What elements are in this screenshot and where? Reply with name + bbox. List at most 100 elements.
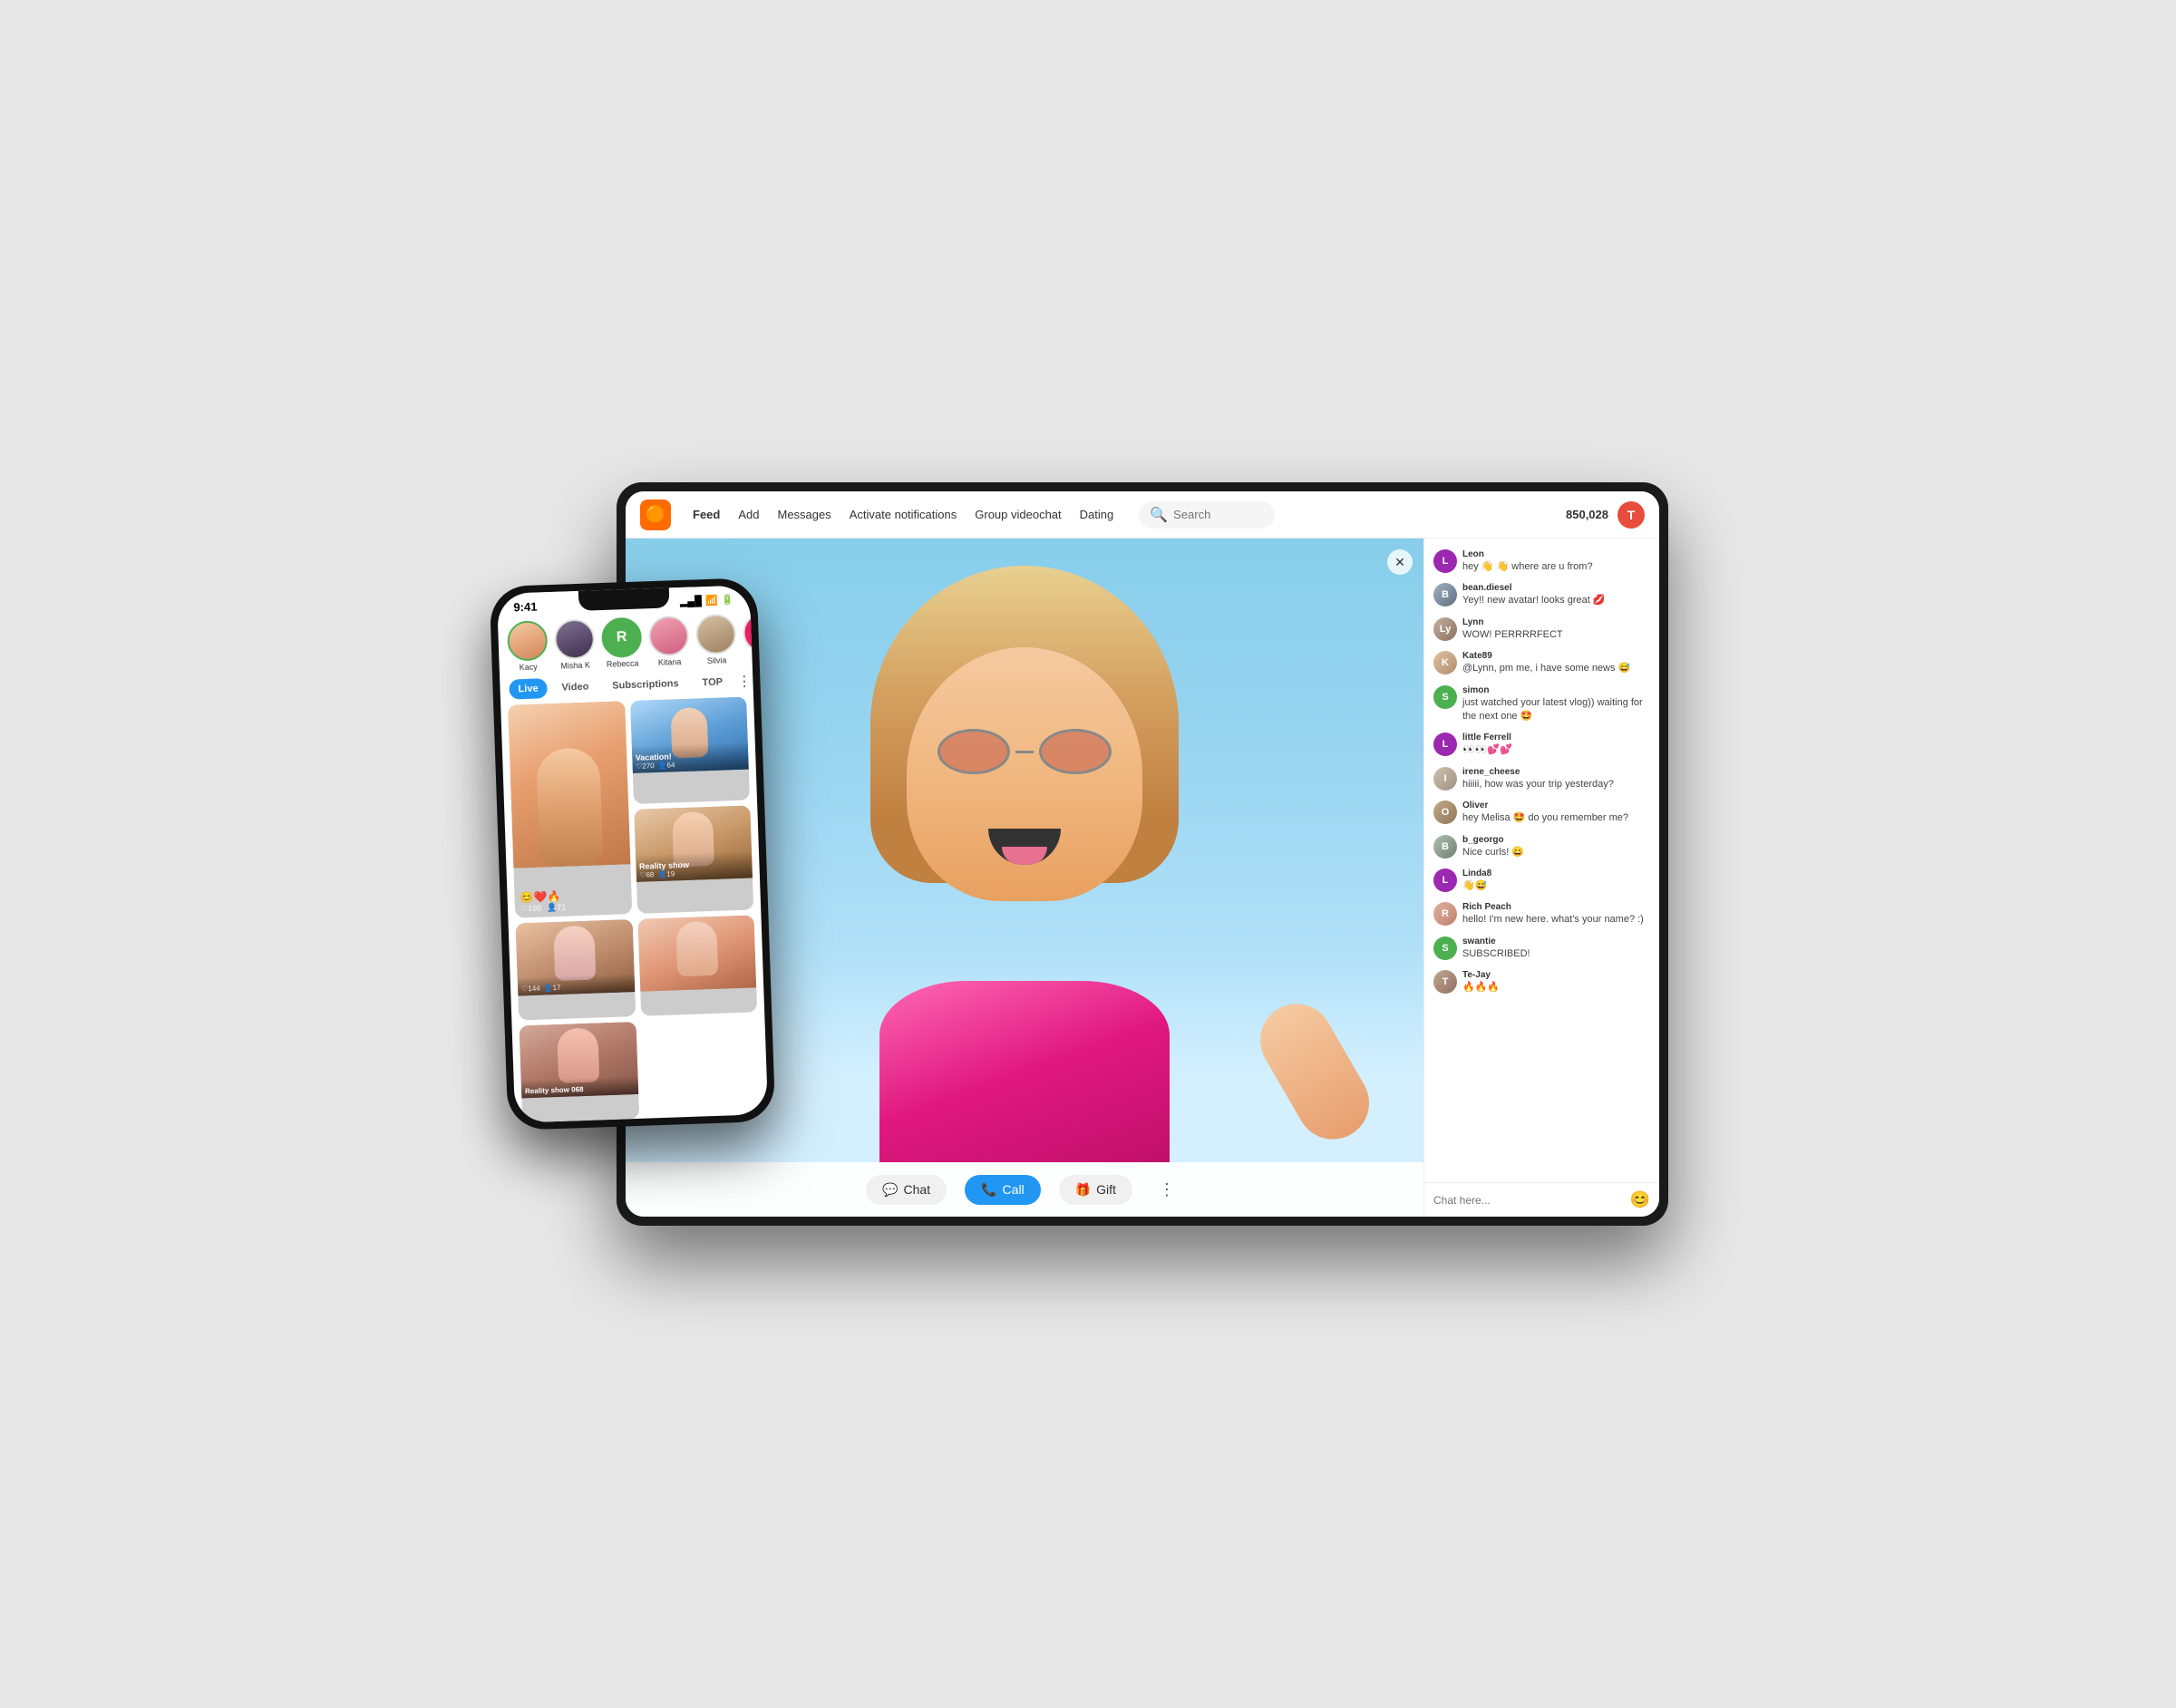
msgtext-littleferrell: 👀👀💕💕: [1462, 743, 1650, 757]
grid-card-5[interactable]: [637, 915, 757, 1016]
msg-content-oliver: Oliver hey Melisa 🤩 do you remember me?: [1462, 801, 1650, 825]
msg-leon: L Leon hey 👋 👋 where are u from?: [1433, 549, 1650, 574]
chat-button[interactable]: 💬 Chat: [866, 1175, 947, 1205]
card3-viewers: 👤19: [657, 870, 675, 879]
msg-linda: L Linda8 👋😅: [1433, 869, 1650, 893]
tab-subscriptions[interactable]: Subscriptions: [603, 674, 688, 696]
username-leon: Leon: [1462, 549, 1650, 559]
gift-button[interactable]: 🎁 Gift: [1059, 1175, 1132, 1205]
msg-lynn: Ly Lynn WOW! PERRRRFECT: [1433, 617, 1650, 642]
msg-content-swantie: swantie SUBSCRIBED!: [1462, 936, 1650, 961]
username-richpeach: Rich Peach: [1462, 902, 1650, 912]
status-icons: ▂▄█ 📶 🔋: [680, 594, 734, 607]
msg-content-kate: Kate89 @Lynn, pm me, i have some news 😅: [1462, 651, 1650, 675]
username-irene: irene_cheese: [1462, 767, 1650, 777]
avatar-lynn: Ly: [1433, 617, 1457, 641]
story-name-silvia: Silvia: [707, 655, 727, 665]
msgtext-linda: 👋😅: [1462, 879, 1650, 893]
msgtext-richpeach: hello! I'm new here. what's your name? :…: [1462, 913, 1650, 927]
story-name-kacy: Kacy: [520, 663, 538, 673]
signal-icon: ▂▄█: [680, 595, 702, 607]
username-lynn: Lynn: [1462, 617, 1650, 627]
msg-content-simon: simon just watched your latest vlog)) wa…: [1462, 685, 1650, 724]
grid-card-6[interactable]: Reality show 068: [520, 1022, 639, 1123]
tab-video[interactable]: Video: [552, 676, 598, 698]
grid-card-4[interactable]: ♡144 👤17: [516, 919, 636, 1021]
msgtext-simon: just watched your latest vlog)) waiting …: [1462, 696, 1650, 724]
more-options-button[interactable]: ⋮: [1151, 1173, 1183, 1206]
card2-likes: ♡270: [636, 762, 655, 771]
content-grid: 😊❤️🔥 ♡195 👤71 Vacation!: [500, 696, 768, 1122]
username-simon: simon: [1462, 685, 1650, 695]
msg-content-bgeorgo: b_georgo Nice curls! 😄: [1462, 835, 1650, 859]
call-button[interactable]: 📞 Call: [965, 1175, 1041, 1205]
msgtext-oliver: hey Melisa 🤩 do you remember me?: [1462, 811, 1650, 825]
more-icon[interactable]: ⋮: [737, 672, 753, 691]
story-erica[interactable]: E Erica: [743, 612, 753, 665]
msg-content-leon: Leon hey 👋 👋 where are u from?: [1462, 549, 1650, 574]
tablet-body: ✕ 💬 Chat 📞 Call 🎁 Gift: [626, 539, 1659, 1217]
avatar-leon: L: [1433, 549, 1457, 573]
story-kacy[interactable]: Kacy: [507, 620, 549, 673]
msgtext-kate: @Lynn, pm me, i have some news 😅: [1462, 662, 1650, 675]
msgtext-bgeorgo: Nice curls! 😄: [1462, 846, 1650, 859]
tablet-screen: 🟠 Feed Add Messages Activate notificatio…: [626, 491, 1659, 1217]
story-avatar-kacy: [507, 620, 549, 662]
user-avatar[interactable]: T: [1617, 501, 1645, 529]
username-oliver: Oliver: [1462, 801, 1650, 810]
avatar-richpeach: R: [1433, 902, 1457, 926]
story-name-rebecca: Rebecca: [607, 659, 639, 669]
call-label: Call: [1003, 1182, 1025, 1197]
chat-input[interactable]: [1433, 1194, 1625, 1207]
story-avatar-kitana: [648, 616, 690, 657]
avatar-kate: K: [1433, 651, 1457, 674]
video-controls: 💬 Chat 📞 Call 🎁 Gift ⋮: [626, 1162, 1423, 1217]
nav-add[interactable]: Add: [738, 508, 759, 521]
story-rebecca[interactable]: R Rebecca: [601, 617, 643, 670]
phone-screen: 9:41 ▂▄█ 📶 🔋 Kacy: [497, 585, 768, 1122]
wifi-icon: 📶: [705, 595, 718, 607]
nav-dating[interactable]: Dating: [1080, 508, 1114, 521]
username-bean: bean.diesel: [1462, 583, 1650, 593]
chat-input-area: 😊: [1424, 1182, 1659, 1217]
msg-littleferrell: L little Ferrell 👀👀💕💕: [1433, 733, 1650, 757]
search-box[interactable]: 🔍: [1139, 501, 1275, 529]
username-swantie: swantie: [1462, 936, 1650, 946]
close-button[interactable]: ✕: [1387, 549, 1413, 575]
msg-content-lynn: Lynn WOW! PERRRRFECT: [1462, 617, 1650, 642]
card1-viewers: 👤71: [547, 902, 567, 913]
emoji-button[interactable]: 😊: [1630, 1190, 1650, 1209]
msg-bean: B bean.diesel Yey!! new avatar! looks gr…: [1433, 583, 1650, 607]
search-input[interactable]: [1173, 508, 1264, 521]
grid-card-3[interactable]: Reality show ♡68 👤19: [634, 806, 753, 914]
story-silvia[interactable]: Silvia: [695, 614, 737, 666]
card4-viewers: 👤17: [543, 983, 560, 992]
nav-feed[interactable]: Feed: [693, 508, 720, 521]
story-kitana[interactable]: Kitana: [648, 616, 690, 668]
story-avatar-mishak: [554, 618, 596, 660]
nav-group[interactable]: Group videochat: [975, 508, 1061, 521]
card4-likes: ♡144: [521, 984, 540, 993]
story-mishak[interactable]: Misha K: [554, 618, 596, 671]
username-kate: Kate89: [1462, 651, 1650, 661]
points-count: 850,028: [1566, 508, 1608, 521]
avatar-bgeorgo: B: [1433, 835, 1457, 859]
grid-card-2[interactable]: Vacation! ♡270 👤64: [630, 697, 750, 805]
phone-notch: [578, 587, 669, 610]
msg-irene: I irene_cheese hiiiii, how was your trip…: [1433, 767, 1650, 791]
nav-activate[interactable]: Activate notifications: [850, 508, 957, 521]
tab-live[interactable]: Live: [509, 678, 548, 699]
msg-content-tejay: Te-Jay 🔥🔥🔥: [1462, 970, 1650, 995]
scene: 9:41 ▂▄█ 📶 🔋 Kacy: [453, 464, 1723, 1244]
nav-right: 850,028 T: [1566, 501, 1645, 529]
msg-content-linda: Linda8 👋😅: [1462, 869, 1650, 893]
avatar-littleferrell: L: [1433, 733, 1457, 756]
username-littleferrell: little Ferrell: [1462, 733, 1650, 742]
msg-bgeorgo: B b_georgo Nice curls! 😄: [1433, 835, 1650, 859]
tab-top[interactable]: TOP: [693, 672, 732, 693]
avatar-oliver: O: [1433, 801, 1457, 824]
grid-card-1[interactable]: 😊❤️🔥 ♡195 👤71: [508, 701, 632, 917]
msgtext-leon: hey 👋 👋 where are u from?: [1462, 560, 1650, 574]
nav-messages[interactable]: Messages: [777, 508, 831, 521]
story-avatar-erica: E: [743, 612, 753, 654]
